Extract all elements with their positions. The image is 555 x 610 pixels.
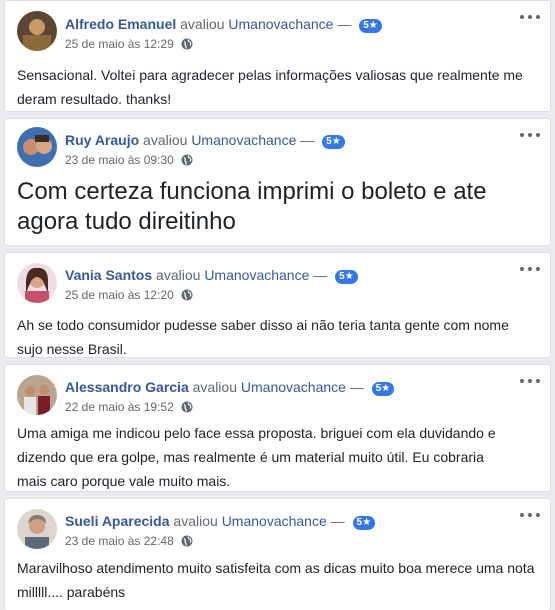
review-date[interactable]: 23 de maio às 22:48 (65, 534, 174, 548)
review-card: Alessandro Garcia avaliou Umanovachance … (4, 364, 551, 492)
review-header: Vania Santos avaliou Umanovachance — 5★ … (65, 266, 510, 305)
review-date[interactable]: 25 de maio às 12:20 (65, 288, 174, 302)
avatar[interactable] (17, 375, 57, 415)
globe-icon (181, 154, 193, 170)
avatar[interactable] (17, 11, 57, 51)
reviewer-name[interactable]: Sueli Aparecida (65, 513, 170, 529)
rating-badge: 5★ (335, 270, 358, 284)
review-verb: avaliou (173, 513, 218, 529)
rating-badge: 5★ (359, 19, 382, 33)
more-options-icon[interactable] (520, 375, 540, 387)
review-card: Alfredo Emanuel avaliou Umanovachance — … (4, 0, 551, 112)
review-card: Vania Santos avaliou Umanovachance — 5★ … (4, 252, 551, 358)
page-link[interactable]: Umanovachance (222, 513, 327, 529)
rating-badge: 5★ (322, 135, 345, 149)
review-date[interactable]: 23 de maio às 09:30 (65, 153, 174, 167)
page-link[interactable]: Umanovachance (204, 267, 309, 283)
review-verb: avaliou (180, 16, 225, 32)
review-verb: avaliou (143, 132, 188, 148)
review-text: Sensacional. Voltei para agradecer pelas… (17, 67, 523, 107)
globe-icon (181, 535, 193, 551)
globe-icon (181, 38, 193, 54)
review-text: Ah se todo consumidor pudesse saber diss… (17, 317, 509, 357)
review-verb: avaliou (192, 379, 237, 395)
review-card: Ruy Araujo avaliou Umanovachance — 5★ 23… (4, 118, 551, 246)
more-options-icon[interactable] (520, 263, 540, 275)
page-link[interactable]: Umanovachance (228, 16, 333, 32)
review-text: Maravilhoso atendimento muito satisfeita… (17, 560, 535, 600)
separator: — (313, 267, 328, 283)
reviewer-name[interactable]: Ruy Araujo (65, 132, 139, 148)
review-text: Uma amiga me indicou pelo face essa prop… (17, 425, 496, 489)
globe-icon (181, 289, 193, 305)
page-link[interactable]: Umanovachance (241, 379, 346, 395)
reviewer-name[interactable]: Alfredo Emanuel (65, 16, 176, 32)
avatar[interactable] (17, 509, 57, 549)
review-header: Alessandro Garcia avaliou Umanovachance … (65, 378, 510, 417)
avatar[interactable] (17, 127, 57, 167)
review-card: Sueli Aparecida avaliou Umanovachance — … (4, 498, 551, 610)
avatar[interactable] (17, 263, 57, 303)
more-options-icon[interactable] (520, 509, 540, 521)
review-date[interactable]: 22 de maio às 19:52 (65, 400, 174, 414)
review-text: Com certeza funciona imprimi o boleto e … (17, 178, 487, 235)
review-verb: avaliou (156, 267, 201, 283)
review-header: Alfredo Emanuel avaliou Umanovachance — … (65, 15, 510, 54)
reviewer-name[interactable]: Alessandro Garcia (65, 379, 189, 395)
rating-badge: 5★ (371, 382, 395, 396)
page-link[interactable]: Umanovachance (191, 132, 296, 148)
more-options-icon[interactable] (520, 11, 540, 23)
globe-icon (181, 401, 193, 417)
review-header: Sueli Aparecida avaliou Umanovachance — … (65, 512, 510, 551)
separator: — (330, 513, 345, 529)
more-options-icon[interactable] (520, 129, 540, 141)
separator: — (300, 132, 315, 148)
separator: — (349, 379, 364, 395)
review-header: Ruy Araujo avaliou Umanovachance — 5★ 23… (65, 131, 510, 170)
review-date[interactable]: 25 de maio às 12:29 (65, 37, 174, 51)
rating-badge: 5★ (352, 516, 376, 530)
reviewer-name[interactable]: Vania Santos (65, 267, 152, 283)
separator: — (337, 16, 352, 32)
